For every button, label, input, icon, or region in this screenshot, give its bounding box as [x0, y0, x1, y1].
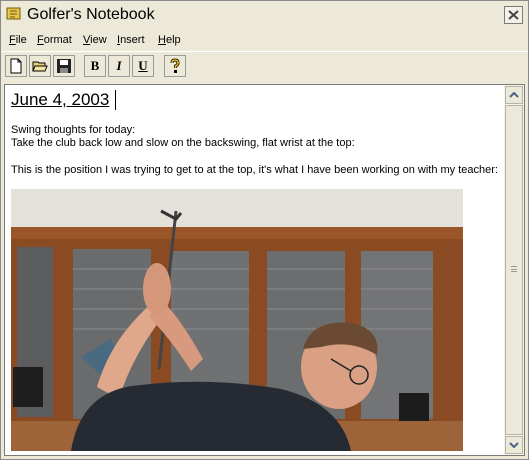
italic-button[interactable]: I	[108, 55, 130, 77]
close-button[interactable]	[504, 6, 523, 24]
bold-label: B	[90, 58, 100, 73]
close-icon	[508, 10, 519, 20]
menu-bar: File Format View Insert Help	[1, 30, 528, 50]
vertical-scrollbar[interactable]	[504, 85, 524, 455]
entry-date-heading: June 4, 2003	[11, 90, 110, 109]
arrow-down-icon	[509, 442, 519, 448]
new-button[interactable]	[5, 55, 27, 77]
text-line: This is the position I was trying to get…	[11, 164, 498, 176]
golf-swing-photo	[11, 189, 463, 451]
notebook-icon	[6, 7, 21, 20]
grip-icon	[511, 266, 517, 272]
scroll-up-button[interactable]	[505, 86, 523, 104]
scroll-thumb[interactable]	[505, 105, 523, 435]
save-button[interactable]	[53, 55, 75, 77]
arrow-up-icon	[509, 92, 519, 98]
menu-file[interactable]: File	[9, 33, 27, 47]
text-line: Take the club back low and slow on the b…	[11, 137, 355, 149]
italic-label: I	[116, 58, 122, 73]
app-window: Golfer's Notebook File Format View Inser…	[0, 0, 529, 460]
menu-help[interactable]: Help	[158, 33, 181, 47]
underline-button[interactable]: U	[132, 55, 154, 77]
open-button[interactable]	[29, 55, 51, 77]
menu-format[interactable]: Format	[37, 33, 72, 47]
help-icon	[170, 58, 180, 73]
help-button[interactable]	[164, 55, 186, 77]
text-line: Swing thoughts for today:	[11, 124, 136, 136]
menu-insert[interactable]: Insert	[117, 33, 145, 47]
toolbar: B I U	[1, 51, 528, 81]
window-title: Golfer's Notebook	[27, 6, 155, 23]
title-bar[interactable]: Golfer's Notebook	[1, 1, 528, 29]
open-folder-icon	[32, 61, 48, 72]
scroll-down-button[interactable]	[505, 436, 523, 454]
document-content[interactable]: June 4, 2003 Swing thoughts for today: T…	[5, 85, 504, 455]
new-icon	[10, 58, 22, 74]
bold-button[interactable]: B	[84, 55, 106, 77]
menu-view[interactable]: View	[83, 33, 107, 47]
underline-label: U	[138, 58, 148, 73]
text-caret	[115, 90, 116, 110]
save-disk-icon	[57, 59, 71, 73]
document-editor[interactable]: June 4, 2003 Swing thoughts for today: T…	[4, 84, 525, 456]
